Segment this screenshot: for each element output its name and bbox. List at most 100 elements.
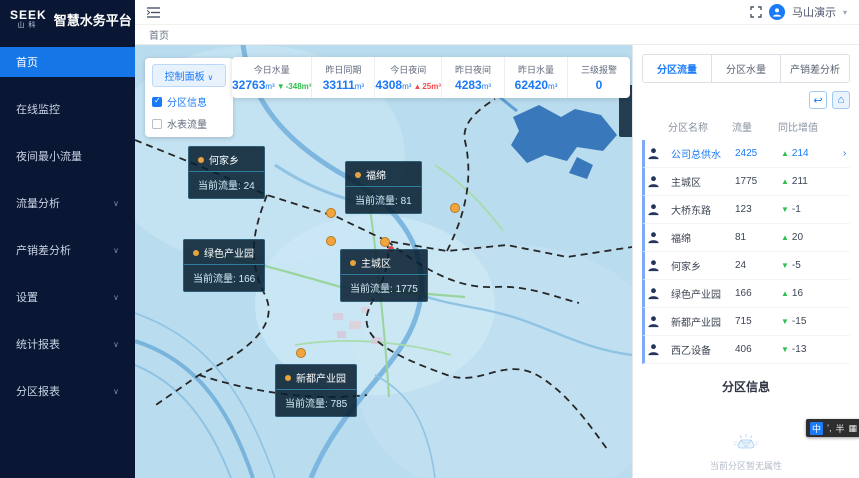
stat-today-volume: 今日水量 32763m³▼-348m³ bbox=[232, 57, 312, 98]
sidebar-nav: 首页 在线监控 夜间最小流量 流量分析∨ 产销差分析∨ 设置∨ 统计报表∨ 分区… bbox=[0, 41, 135, 423]
marker-dot-icon bbox=[350, 260, 356, 266]
ime-keyboard-icon[interactable]: ▦ bbox=[849, 423, 858, 434]
table-row[interactable]: 新都产业园715 ▼-15 bbox=[642, 308, 850, 336]
chevron-right-icon: › bbox=[843, 148, 853, 159]
partition-table: 公司总供水2425 ▲214 › 主城区1775 ▲211 大桥东路123 ▼-… bbox=[642, 140, 850, 364]
control-panel-dropdown[interactable]: 控制面板 ∨ bbox=[152, 64, 226, 87]
chevron-down-icon: ∨ bbox=[113, 199, 119, 208]
sidebar-item-settings[interactable]: 设置 ∨ bbox=[0, 282, 135, 312]
person-icon bbox=[647, 259, 660, 272]
sidebar-item-home[interactable]: 首页 bbox=[0, 47, 135, 77]
undo-button[interactable]: ↩ bbox=[809, 91, 827, 109]
table-row[interactable]: 西乙设备406 ▼-13 bbox=[642, 336, 850, 364]
table-row[interactable]: 公司总供水2425 ▲214 › bbox=[642, 140, 850, 168]
breadcrumb: 首页 bbox=[135, 25, 859, 45]
table-row[interactable]: 主城区1775 ▲211 bbox=[642, 168, 850, 196]
marker-dot-icon bbox=[355, 172, 361, 178]
trend-up-icon: ▲ bbox=[781, 149, 789, 158]
sidebar-item-night-min-flow[interactable]: 夜间最小流量 bbox=[0, 141, 135, 171]
col-partition-name: 分区名称 bbox=[668, 119, 732, 134]
trend-up-icon: ▲ bbox=[781, 233, 789, 242]
brand-name: SEEK bbox=[10, 9, 47, 21]
partition-tabs: 分区流量 分区水量 产销差分析 bbox=[642, 54, 850, 83]
table-header: 分区名称 流量 同比增值 bbox=[642, 115, 850, 140]
ime-punctuation-icon[interactable]: ’, bbox=[827, 423, 832, 433]
trend-up-icon: ▲ bbox=[781, 289, 789, 298]
stat-yesterday-night: 昨日夜间 4283m³ bbox=[442, 57, 505, 98]
breadcrumb-item-home[interactable]: 首页 bbox=[149, 27, 169, 42]
username[interactable]: 马山演示 bbox=[792, 4, 836, 20]
map[interactable]: 控制面板 ∨ 分区信息 水表流量 今日水量 32763m³▼-348m³ bbox=[135, 45, 632, 478]
map-marker bbox=[327, 209, 336, 218]
map-tooltip-main-city[interactable]: 主城区 当前流量: 1775 bbox=[340, 249, 428, 302]
brand-logo-icon: SEEK 山科 bbox=[10, 9, 47, 29]
app-title: 智慧水务平台 bbox=[54, 10, 132, 29]
tab-partition-volume[interactable]: 分区水量 bbox=[712, 55, 781, 82]
map-marker bbox=[297, 349, 306, 358]
sidebar-item-nrw-analysis[interactable]: 产销差分析∨ bbox=[0, 235, 135, 265]
col-flow: 流量 bbox=[732, 119, 778, 134]
app-root: SEEK 山科 智慧水务平台 首页 在线监控 夜间最小流量 流量分析∨ 产销差分… bbox=[0, 0, 859, 478]
trend-up-icon: ▲ bbox=[413, 82, 421, 91]
person-icon bbox=[647, 287, 660, 300]
empty-state-icon bbox=[720, 433, 772, 451]
checkbox-unchecked-icon bbox=[152, 119, 162, 129]
home-button[interactable]: ⌂ bbox=[832, 91, 850, 109]
caret-down-icon: ▾ bbox=[843, 8, 847, 17]
trend-up-icon: ▲ bbox=[781, 177, 789, 186]
empty-state-text: 当前分区暂无属性 bbox=[710, 459, 782, 472]
collapse-sidebar-icon[interactable] bbox=[147, 7, 160, 18]
avatar[interactable] bbox=[769, 4, 785, 20]
reservoir bbox=[511, 105, 617, 179]
person-icon bbox=[647, 147, 660, 160]
logo: SEEK 山科 智慧水务平台 bbox=[0, 0, 135, 41]
chevron-down-icon: ∨ bbox=[113, 293, 119, 302]
checkbox-label: 水表流量 bbox=[167, 116, 207, 131]
map-tooltip-fumian[interactable]: 福绵 当前流量: 81 bbox=[345, 161, 422, 214]
stat-today-night: 今日夜间 4308m³▲25m³ bbox=[375, 57, 442, 98]
ime-width-icon[interactable]: 半 bbox=[836, 422, 845, 435]
map-control-panel: 控制面板 ∨ 分区信息 水表流量 bbox=[145, 58, 233, 137]
table-row[interactable]: 大桥东路123 ▼-1 bbox=[642, 196, 850, 224]
table-row[interactable]: 何家乡24 ▼-5 bbox=[642, 252, 850, 280]
sidebar-item-label: 分区报表 bbox=[16, 383, 60, 399]
map-marker bbox=[327, 237, 336, 246]
table-row[interactable]: 绿色产业园166 ▲16 bbox=[642, 280, 850, 308]
ime-language-icon[interactable]: 中 bbox=[810, 422, 823, 435]
content: 控制面板 ∨ 分区信息 水表流量 今日水量 32763m³▼-348m³ bbox=[135, 45, 859, 478]
chevron-down-icon: ∨ bbox=[113, 387, 119, 396]
sidebar-item-label: 在线监控 bbox=[16, 101, 60, 117]
checkbox-checked-icon bbox=[152, 97, 162, 107]
layer-checkbox-meter-flow[interactable]: 水表流量 bbox=[152, 116, 226, 131]
table-row[interactable]: 福绵81 ▲20 bbox=[642, 224, 850, 252]
col-yoy-delta: 同比增值 bbox=[778, 119, 840, 134]
marker-dot-icon bbox=[285, 375, 291, 381]
tab-partition-flow[interactable]: 分区流量 bbox=[643, 55, 712, 82]
map-marker bbox=[381, 238, 390, 247]
layer-checkbox-partition-info[interactable]: 分区信息 bbox=[152, 94, 226, 109]
sidebar-item-stat-reports[interactable]: 统计报表 ∨ bbox=[0, 329, 135, 359]
sidebar-item-label: 设置 bbox=[16, 289, 38, 305]
ime-toolbar[interactable]: 中 ’, 半 ▦ bbox=[806, 419, 859, 437]
panel-toolbar: ↩ ⌂ bbox=[642, 91, 850, 109]
map-marker bbox=[451, 204, 460, 213]
checkbox-label: 分区信息 bbox=[167, 94, 207, 109]
sidebar-item-flow-analysis[interactable]: 流量分析∨ bbox=[0, 188, 135, 218]
map-tooltip-green-industrial-park[interactable]: 绿色产业园 当前流量: 166 bbox=[183, 239, 265, 292]
sidebar-item-label: 产销差分析 bbox=[16, 242, 71, 258]
partition-info-title: 分区信息 bbox=[722, 378, 770, 395]
sidebar-item-label: 统计报表 bbox=[16, 336, 60, 352]
tab-nrw-analysis[interactable]: 产销差分析 bbox=[781, 55, 849, 82]
sidebar-item-online-monitoring[interactable]: 在线监控 bbox=[0, 94, 135, 124]
main-area: 马山演示 ▾ 首页 bbox=[135, 0, 859, 478]
sidebar: SEEK 山科 智慧水务平台 首页 在线监控 夜间最小流量 流量分析∨ 产销差分… bbox=[0, 0, 135, 478]
marker-dot-icon bbox=[198, 157, 204, 163]
partition-panel: 分区流量 分区水量 产销差分析 ↩ ⌂ 分区名称 流量 同比增值 bbox=[632, 45, 859, 478]
map-tooltip-hejiaxiang[interactable]: 何家乡 当前流量: 24 bbox=[188, 146, 265, 199]
sidebar-item-partition-reports[interactable]: 分区报表 ∨ bbox=[0, 376, 135, 406]
chevron-down-icon: ∨ bbox=[113, 340, 119, 349]
map-tooltip-xindu-industrial-park[interactable]: 新都产业园 当前流量: 785 bbox=[275, 364, 357, 417]
fullscreen-icon[interactable] bbox=[750, 6, 762, 18]
trend-down-icon: ▼ bbox=[781, 205, 789, 214]
partition-info-section: 分区信息 当前分区暂无属性 bbox=[642, 364, 850, 472]
